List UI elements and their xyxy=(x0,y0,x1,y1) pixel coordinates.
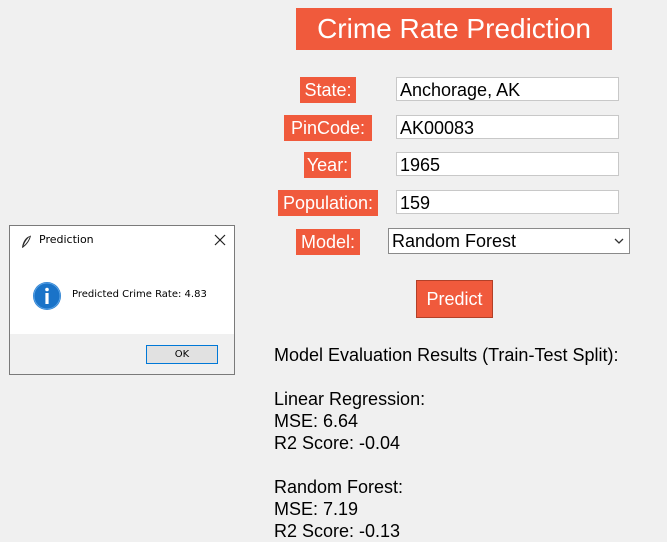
evaluation-results: Model Evaluation Results (Train-Test Spl… xyxy=(274,344,618,542)
lr-title: Linear Regression: xyxy=(274,389,426,409)
state-input[interactable]: Anchorage, AK xyxy=(396,77,619,101)
close-icon[interactable] xyxy=(212,232,228,248)
rf-title: Random Forest: xyxy=(274,477,404,497)
results-spacer xyxy=(274,366,618,388)
pincode-label: PinCode: xyxy=(284,115,372,141)
state-label: State: xyxy=(300,77,356,103)
year-input[interactable]: 1965 xyxy=(396,152,619,176)
lr-mse: MSE: 6.64 xyxy=(274,411,359,431)
chevron-down-icon xyxy=(613,229,625,253)
model-select[interactable]: Random Forest xyxy=(388,228,630,254)
page-title: Crime Rate Prediction xyxy=(296,8,612,50)
dialog-message: Predicted Crime Rate: 4.83 xyxy=(72,289,207,300)
rf-r2: R2 Score: -0.13 xyxy=(274,521,401,541)
model-label: Model: xyxy=(296,229,360,255)
population-input[interactable]: 159 xyxy=(396,190,619,214)
dialog-title: Prediction xyxy=(39,233,94,246)
pincode-input[interactable]: AK00083 xyxy=(396,115,619,139)
prediction-dialog: Prediction Predicted Crime Rate: 4.83 OK xyxy=(9,225,235,375)
year-label: Year: xyxy=(304,152,351,178)
predict-button[interactable]: Predict xyxy=(416,280,493,318)
lr-r2: R2 Score: -0.04 xyxy=(274,433,401,453)
results-heading: Model Evaluation Results (Train-Test Spl… xyxy=(274,345,619,365)
results-spacer xyxy=(274,454,618,476)
population-label: Population: xyxy=(278,190,378,216)
rf-mse: MSE: 7.19 xyxy=(274,499,359,519)
ok-button[interactable]: OK xyxy=(146,345,218,364)
dialog-titlebar[interactable]: Prediction xyxy=(10,226,234,256)
info-icon xyxy=(32,281,62,311)
dialog-footer: OK xyxy=(10,334,234,374)
dialog-body: Predicted Crime Rate: 4.83 xyxy=(10,256,234,334)
feather-icon xyxy=(20,234,32,248)
model-select-value: Random Forest xyxy=(392,231,517,251)
